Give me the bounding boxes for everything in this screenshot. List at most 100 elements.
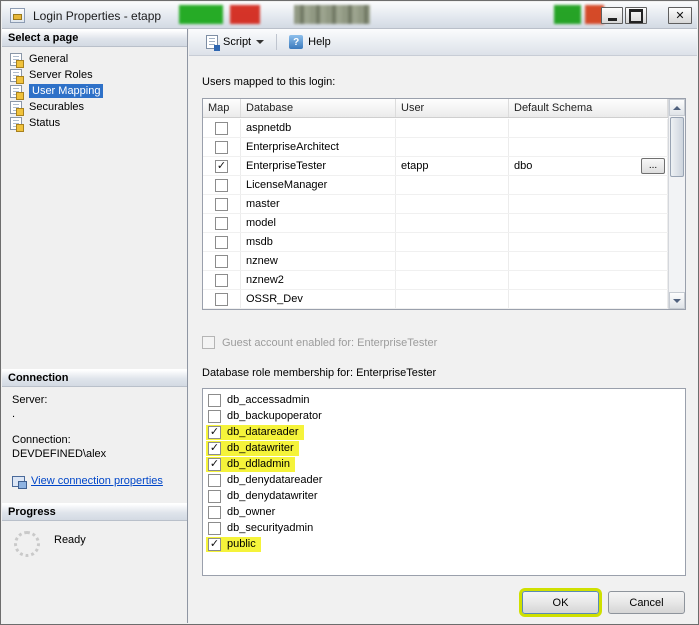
map-checkbox[interactable] (215, 179, 228, 192)
table-row[interactable]: OSSR_Dev (203, 290, 668, 309)
role-row[interactable]: db_datareader (203, 424, 685, 440)
map-checkbox[interactable] (215, 160, 228, 173)
role-checkbox[interactable] (208, 538, 221, 551)
sidebar-item-user-mapping[interactable]: User Mapping (2, 83, 187, 99)
role-label: db_denydatawriter (227, 490, 318, 503)
view-connection-properties-link[interactable]: View connection properties (31, 474, 163, 488)
help-button[interactable]: Help (282, 32, 338, 52)
progress-status: Ready (54, 534, 86, 546)
user-cell (396, 290, 509, 308)
column-header-user[interactable]: User (396, 99, 509, 117)
sidebar-item-label: Securables (29, 101, 84, 113)
titlebar-glass-artifact-green-1 (179, 5, 223, 24)
map-checkbox[interactable] (215, 236, 228, 249)
column-header-default-schema[interactable]: Default Schema (509, 99, 668, 117)
role-checkbox[interactable] (208, 410, 221, 423)
table-row[interactable]: model (203, 214, 668, 233)
table-scrollbar[interactable] (668, 99, 685, 309)
close-icon[interactable] (668, 7, 692, 24)
role-checkbox[interactable] (208, 506, 221, 519)
server-label: Server: (12, 393, 177, 407)
map-checkbox[interactable] (215, 122, 228, 135)
map-checkbox[interactable] (215, 141, 228, 154)
role-label: db_datawriter (227, 442, 294, 455)
scroll-up-icon[interactable] (669, 99, 685, 116)
role-row[interactable]: db_accessadmin (203, 392, 685, 408)
sidebar-item-general[interactable]: General (2, 51, 187, 67)
cancel-button[interactable]: Cancel (608, 591, 685, 614)
scrollbar-thumb[interactable] (670, 117, 684, 177)
database-cell: nznew2 (241, 271, 396, 289)
page-icon (10, 117, 22, 130)
map-checkbox[interactable] (215, 217, 228, 230)
connection-label: Connection: (12, 433, 177, 447)
minimize-icon[interactable] (601, 7, 623, 24)
role-checkbox[interactable] (208, 474, 221, 487)
table-row[interactable]: LicenseManager (203, 176, 668, 195)
column-header-database[interactable]: Database (241, 99, 396, 117)
role-label: db_securityadmin (227, 522, 313, 535)
schema-cell (509, 138, 668, 156)
role-checkbox[interactable] (208, 426, 221, 439)
progress-spinner-icon (14, 531, 40, 557)
role-row[interactable]: db_backupoperator (203, 408, 685, 424)
role-membership-label: Database role membership for: Enterprise… (202, 367, 686, 379)
sidebar-item-status[interactable]: Status (2, 115, 187, 131)
user-cell (396, 195, 509, 213)
map-checkbox[interactable] (215, 255, 228, 268)
scroll-down-icon[interactable] (669, 292, 685, 309)
database-cell: OSSR_Dev (241, 290, 396, 308)
table-row[interactable]: nznew (203, 252, 668, 271)
titlebar: Login Properties - etapp (2, 2, 697, 29)
role-row[interactable]: db_denydatawriter (203, 488, 685, 504)
column-header-map[interactable]: Map (203, 99, 241, 117)
role-label: db_datareader (227, 426, 299, 439)
role-membership-list: db_accessadmin db_backupoperator db_data… (202, 388, 686, 576)
guest-account-label: Guest account enabled for: EnterpriseTes… (222, 337, 437, 349)
dialog-footer: OK Cancel (522, 591, 685, 614)
maximize-icon[interactable] (625, 7, 647, 24)
schema-cell (509, 176, 668, 194)
page-icon (10, 101, 22, 114)
role-row[interactable]: db_owner (203, 504, 685, 520)
user-cell (396, 214, 509, 232)
table-row[interactable]: msdb (203, 233, 668, 252)
role-label: db_ddladmin (227, 458, 290, 471)
role-row[interactable]: db_ddladmin (203, 456, 685, 472)
role-row[interactable]: db_datawriter (203, 440, 685, 456)
role-label: db_denydatareader (227, 474, 322, 487)
role-row[interactable]: db_denydatareader (203, 472, 685, 488)
map-checkbox[interactable] (215, 274, 228, 287)
schema-cell (509, 252, 668, 270)
sidebar-item-securables[interactable]: Securables (2, 99, 187, 115)
database-cell: LicenseManager (241, 176, 396, 194)
browse-schema-button[interactable]: ... (641, 158, 665, 174)
user-cell: etapp (396, 157, 509, 175)
role-checkbox[interactable] (208, 490, 221, 503)
toolbar: Script Help (189, 29, 697, 56)
role-checkbox[interactable] (208, 442, 221, 455)
schema-cell (509, 214, 668, 232)
help-icon (289, 35, 303, 49)
database-cell: msdb (241, 233, 396, 251)
table-row[interactable]: EnterpriseArchitect (203, 138, 668, 157)
database-cell: master (241, 195, 396, 213)
ok-button[interactable]: OK (522, 591, 599, 614)
progress-header: Progress (2, 503, 187, 521)
map-checkbox[interactable] (215, 198, 228, 211)
role-row[interactable]: public (203, 536, 685, 552)
table-row[interactable]: aspnetdb (203, 119, 668, 138)
role-checkbox[interactable] (208, 458, 221, 471)
table-row[interactable]: EnterpriseTester etapp dbo ... (203, 157, 668, 176)
sidebar-item-server-roles[interactable]: Server Roles (2, 67, 187, 83)
titlebar-glass-artifact-blurred-text (294, 5, 370, 24)
map-checkbox[interactable] (215, 293, 228, 306)
table-row[interactable]: nznew2 (203, 271, 668, 290)
role-checkbox[interactable] (208, 522, 221, 535)
role-checkbox[interactable] (208, 394, 221, 407)
connection-value: DEVDEFINED\alex (12, 447, 177, 461)
role-row[interactable]: db_securityadmin (203, 520, 685, 536)
table-row[interactable]: master (203, 195, 668, 214)
script-button[interactable]: Script (199, 32, 271, 52)
schema-cell: dbo ... (509, 157, 668, 175)
